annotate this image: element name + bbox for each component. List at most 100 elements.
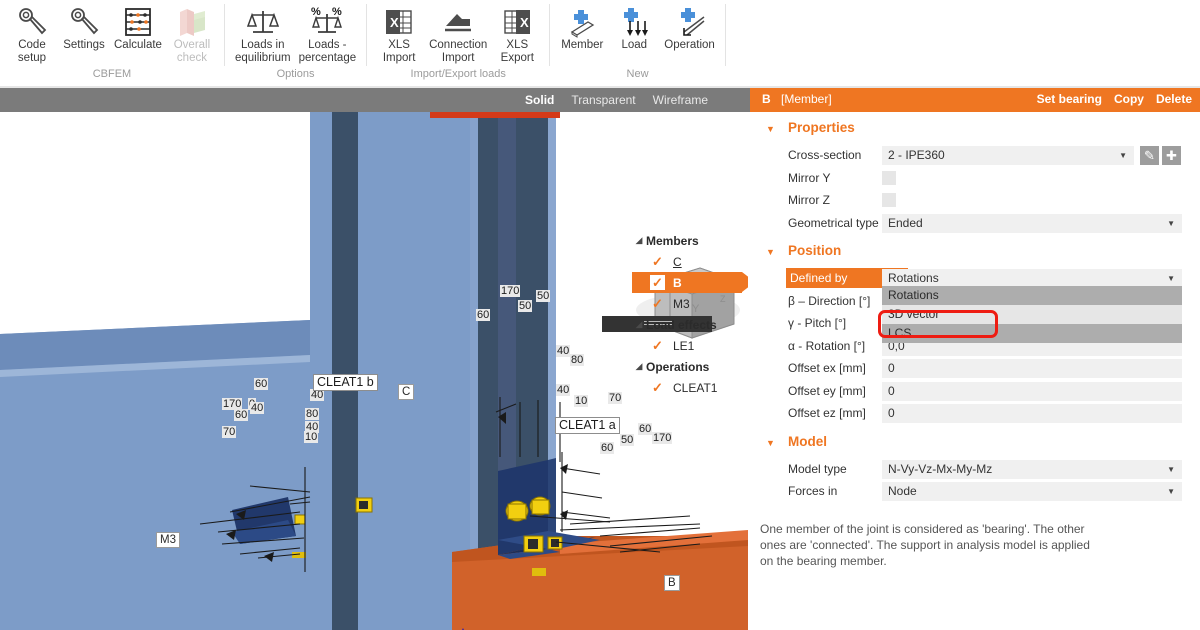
model-type-combo[interactable]: N-Vy-Vz-Mx-My-Mz ▼: [882, 459, 1182, 479]
tree-item-c[interactable]: ✓ C: [632, 251, 742, 272]
tree-item-label: C: [673, 254, 682, 269]
row-offset-ez: Offset ez [mm] 0: [750, 403, 1200, 426]
model-type-value: N-Vy-Vz-Mx-My-Mz: [888, 461, 993, 476]
section-position-title: Position: [788, 243, 842, 258]
viewport-operation-label[interactable]: CLEAT1 b: [313, 374, 378, 391]
viewport-member-label[interactable]: B: [664, 575, 680, 591]
panel-action-copy[interactable]: Copy: [1114, 92, 1144, 106]
chevron-down-icon[interactable]: ▼: [1167, 460, 1175, 479]
row-cross-section: Cross-section 2 - IPE360 ▼ ✎ ✚: [750, 145, 1200, 168]
tree-item-le1[interactable]: ✓ LE1: [632, 335, 742, 356]
chevron-down-icon[interactable]: ▼: [766, 438, 775, 448]
cross-section-value: 2 - IPE360: [888, 148, 945, 162]
chevron-down-icon[interactable]: ▼: [1167, 482, 1175, 501]
dimension-label: 50: [518, 300, 533, 312]
viewport-operation-label[interactable]: CLEAT1 a: [555, 417, 620, 434]
view-mode-bar: Solid Transparent Wireframe: [0, 88, 750, 112]
add-load-icon: [618, 5, 650, 39]
tree-item-m3[interactable]: ✓ M3: [632, 293, 742, 314]
tree-group-label: Members: [646, 233, 699, 248]
dimension-label: 60: [254, 378, 269, 390]
viewport-member-label[interactable]: C: [398, 384, 415, 400]
model-tree[interactable]: ◢ Members ✓ C ✓ B ✓ M3 ◢ Load effects ✓ LE1 ◢ Operati…: [632, 230, 748, 398]
dimension-label: 50: [620, 434, 635, 446]
checkmark-icon[interactable]: ✓: [650, 296, 665, 311]
offset-ey-input[interactable]: 0: [882, 381, 1182, 401]
forces-in-value: Node: [888, 484, 917, 498]
view-mode-transparent[interactable]: Transparent: [571, 93, 635, 107]
ribbon-button-loads-in-equilibrium[interactable]: Loads in equilibrium: [231, 3, 295, 64]
wrench-icon: [16, 5, 48, 39]
ribbon-button-label: Loads - percentage: [298, 39, 357, 64]
ribbon-button-operation[interactable]: Operation: [660, 3, 719, 52]
cross-section-combo[interactable]: 2 - IPE360 ▼: [882, 146, 1134, 165]
forces-in-combo[interactable]: Node ▼: [882, 482, 1182, 501]
svg-text:X: X: [520, 15, 529, 30]
dimension-label: 10: [574, 395, 589, 407]
ribbon-button-xls-import[interactable]: X XLS Import: [373, 3, 425, 64]
checkmark-icon[interactable]: ✓: [650, 275, 665, 290]
offset-ex-input[interactable]: 0: [882, 359, 1182, 378]
mirror-y-checkbox[interactable]: [882, 170, 896, 185]
chevron-down-icon[interactable]: ▼: [1167, 214, 1175, 233]
checkmark-icon[interactable]: ✓: [650, 380, 665, 395]
tree-item-b[interactable]: ✓ B: [632, 272, 748, 293]
view-mode-solid[interactable]: Solid: [525, 93, 554, 107]
dimension-label: 40: [250, 402, 265, 414]
section-properties-title: Properties: [788, 120, 855, 135]
mirror-z-checkbox[interactable]: [882, 193, 896, 207]
ribbon-group-items: X XLS Import Connection Import X XLS Export: [373, 0, 543, 67]
chevron-collapse-icon[interactable]: ◢: [632, 235, 646, 246]
dimension-label: 60: [476, 309, 491, 321]
tree-group-operations[interactable]: ◢ Operations: [632, 356, 742, 377]
chevron-down-icon[interactable]: ▼: [766, 124, 775, 134]
ribbon-group-options: Loads in equilibrium%% Loads - percentage Op…: [225, 0, 366, 88]
overall-check-icon: [176, 5, 208, 39]
ribbon-button-label: Calculate: [114, 39, 162, 51]
panel-header: B [Member] Set bearing Copy Delete: [750, 88, 1200, 112]
geometrical-type-combo[interactable]: Ended ▼: [882, 213, 1182, 233]
section-position[interactable]: ▼ Position: [750, 243, 1200, 262]
ribbon-button-code-setup[interactable]: Code setup: [6, 3, 58, 64]
ribbon-button-loads-percentage[interactable]: %% Loads - percentage: [295, 3, 361, 64]
chevron-collapse-icon[interactable]: ◢: [632, 361, 646, 372]
ribbon-button-label: XLS Export: [500, 39, 534, 64]
ribbon-button-load[interactable]: Load: [608, 3, 660, 52]
chevron-down-icon[interactable]: ▼: [766, 247, 775, 257]
dropdown-option-rotations[interactable]: Rotations: [882, 286, 1182, 305]
ribbon-button-settings[interactable]: Settings: [58, 3, 110, 52]
section-properties[interactable]: ▼ Properties: [750, 120, 1200, 139]
checkmark-icon[interactable]: ✓: [650, 338, 665, 353]
ribbon-button-connection-import[interactable]: Connection Import: [425, 3, 491, 64]
panel-action-set-bearing[interactable]: Set bearing: [1037, 92, 1102, 106]
chevron-collapse-icon[interactable]: ◢: [632, 319, 646, 330]
tree-item-label: CLEAT1: [673, 380, 718, 395]
dimension-label: 60: [638, 423, 653, 435]
tree-item-label: M3: [673, 296, 690, 311]
ribbon-button-calculate[interactable]: Calculate: [110, 3, 166, 52]
tree-group-load-effects[interactable]: ◢ Load effects: [632, 314, 742, 335]
chevron-down-icon[interactable]: ▼: [1119, 146, 1127, 165]
ribbon-button-label: Code setup: [17, 39, 47, 64]
tree-group-members[interactable]: ◢ Members: [632, 230, 742, 251]
connection-import-icon: [442, 5, 474, 39]
edit-cross-section-button[interactable]: ✎: [1140, 146, 1159, 165]
ribbon-group-items: Loads in equilibrium%% Loads - percentage: [231, 0, 360, 67]
geometrical-type-value: Ended: [888, 215, 923, 230]
ribbon-button-xls-export[interactable]: X XLS Export: [491, 3, 543, 64]
dimension-label: 80: [570, 354, 585, 366]
viewport-member-label[interactable]: M3: [156, 532, 180, 548]
ribbon-group-items: Member Load Operation: [556, 0, 719, 67]
scales-icon: [246, 5, 279, 39]
3d-viewport[interactable]: Y Z 1705050604080401070605017060 1700606…: [0, 112, 748, 630]
offset-ez-input[interactable]: 0: [882, 404, 1182, 423]
view-mode-wireframe[interactable]: Wireframe: [653, 93, 708, 107]
section-model[interactable]: ▼ Model: [750, 434, 1200, 453]
ribbon-button-member[interactable]: Member: [556, 3, 608, 52]
panel-action-delete[interactable]: Delete: [1156, 92, 1192, 106]
tree-group-label: Load effects: [646, 317, 717, 332]
ribbon-group-new: Member Load Operation New: [550, 0, 725, 88]
checkmark-icon[interactable]: ✓: [650, 254, 665, 269]
tree-item-cleat1[interactable]: ✓ CLEAT1: [632, 377, 742, 398]
add-cross-section-button[interactable]: ✚: [1162, 146, 1181, 165]
